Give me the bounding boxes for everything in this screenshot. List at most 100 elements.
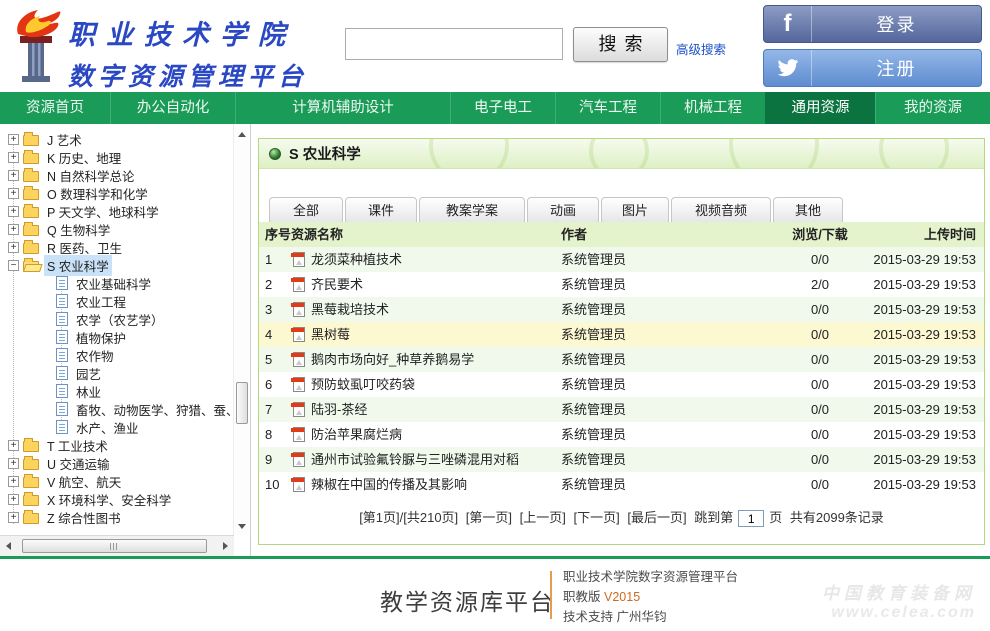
tab-courseware[interactable]: 课件 bbox=[345, 197, 417, 222]
nav-item-automotive[interactable]: 汽车工程 bbox=[555, 92, 660, 124]
tree-item-j-art[interactable]: J 艺术 bbox=[0, 130, 233, 148]
expand-icon[interactable] bbox=[8, 152, 19, 163]
table-row[interactable]: 5 鹅肉市场向好_种草养鹅易学 系统管理员 0/0 2015-03-29 19:… bbox=[259, 347, 984, 372]
advanced-search-link[interactable]: 高级搜索 bbox=[676, 39, 726, 58]
tab-video-audio[interactable]: 视频音频 bbox=[671, 197, 771, 222]
resource-name-link[interactable]: 黑树莓 bbox=[311, 322, 350, 347]
tree-item-z-comprehensive-books[interactable]: Z 综合性图书 bbox=[0, 508, 233, 526]
nav-item-cad[interactable]: 计算机辅助设计 bbox=[235, 92, 450, 124]
folder-icon bbox=[23, 153, 39, 164]
footer-edition-label: 职教版 bbox=[563, 590, 601, 604]
table-row[interactable]: 9 通州市试验氟铃脲与三唑磷混用对稻 系统管理员 0/0 2015-03-29 … bbox=[259, 447, 984, 472]
expand-icon[interactable] bbox=[8, 512, 19, 523]
expand-icon[interactable] bbox=[8, 440, 19, 451]
tree-vertical-scrollbar[interactable] bbox=[233, 124, 250, 535]
jump-label: 跳到第 bbox=[694, 510, 733, 525]
tab-animation[interactable]: 动画 bbox=[527, 197, 599, 222]
expand-icon[interactable] bbox=[8, 170, 19, 181]
tree-child-forestry[interactable]: 林业 bbox=[0, 382, 233, 400]
table-row[interactable]: 10 辣椒在中国的传播及其影响 系统管理员 0/0 2015-03-29 19:… bbox=[259, 472, 984, 497]
page-jump-input[interactable] bbox=[738, 510, 764, 527]
horizontal-scrollbar-thumb[interactable] bbox=[22, 539, 207, 553]
table-row-highlighted[interactable]: 4 黑树莓 系统管理员 0/0 2015-03-29 19:53 bbox=[259, 322, 984, 347]
nav-item-general-resources[interactable]: 通用资源 bbox=[765, 92, 875, 124]
expand-icon[interactable] bbox=[8, 458, 19, 469]
search-input[interactable] bbox=[345, 28, 563, 60]
nav-item-my-resources[interactable]: 我的资源 bbox=[875, 92, 990, 124]
tree-item-u-transportation[interactable]: U 交通运输 bbox=[0, 454, 233, 472]
tree-item-v-aviation-aerospace[interactable]: V 航空、航天 bbox=[0, 472, 233, 490]
tree-item-t-industrial-tech[interactable]: T 工业技术 bbox=[0, 436, 233, 454]
search-button[interactable]: 搜索 bbox=[573, 27, 668, 62]
expand-icon[interactable] bbox=[8, 242, 19, 253]
expand-icon[interactable] bbox=[8, 188, 19, 199]
resource-name-link[interactable]: 齐民要术 bbox=[311, 272, 363, 297]
scroll-right-icon[interactable] bbox=[223, 542, 228, 550]
tree-item-s-agriculture[interactable]: S 农业科学 bbox=[0, 256, 233, 274]
folder-icon bbox=[23, 477, 39, 488]
table-row[interactable]: 8 防治苹果腐烂病 系统管理员 0/0 2015-03-29 19:53 bbox=[259, 422, 984, 447]
tree-child-fishery[interactable]: 水产、渔业 bbox=[0, 418, 233, 436]
tree-item-o-math-chemistry[interactable]: O 数理科学和化学 bbox=[0, 184, 233, 202]
tree-item-n-natural-science[interactable]: N 自然科学总论 bbox=[0, 166, 233, 184]
tree-child-agri-engineering[interactable]: 农业工程 bbox=[0, 292, 233, 310]
total-records: 共有2099条记录 bbox=[790, 510, 884, 525]
tree-child-crops[interactable]: 农作物 bbox=[0, 346, 233, 364]
resource-name-link[interactable]: 预防蚊虱叮咬药袋 bbox=[311, 372, 415, 397]
last-page-link[interactable]: [最后一页] bbox=[627, 510, 686, 525]
tab-lesson-plans[interactable]: 教案学案 bbox=[419, 197, 525, 222]
folder-icon bbox=[23, 513, 39, 524]
tree-child-horticulture[interactable]: 园艺 bbox=[0, 364, 233, 382]
tab-images[interactable]: 图片 bbox=[601, 197, 669, 222]
table-row[interactable]: 7 陆羽-茶经 系统管理员 0/0 2015-03-29 19:53 bbox=[259, 397, 984, 422]
scroll-left-icon[interactable] bbox=[6, 542, 11, 550]
nav-item-home[interactable]: 资源首页 bbox=[0, 92, 110, 124]
resource-name-link[interactable]: 龙须菜种植技术 bbox=[311, 247, 402, 272]
tree-item-x-environment-safety[interactable]: X 环境科学、安全科学 bbox=[0, 490, 233, 508]
resource-name-link[interactable]: 黑莓栽培技术 bbox=[311, 297, 389, 322]
prev-page-link[interactable]: [上一页] bbox=[520, 510, 566, 525]
tree-item-r-medicine-health[interactable]: R 医药、卫生 bbox=[0, 238, 233, 256]
tab-all[interactable]: 全部 bbox=[269, 197, 343, 222]
nav-item-mechanical[interactable]: 机械工程 bbox=[660, 92, 765, 124]
expand-icon[interactable] bbox=[8, 476, 19, 487]
folder-icon bbox=[23, 441, 39, 452]
next-page-link[interactable]: [下一页] bbox=[574, 510, 620, 525]
tree-child-agronomy[interactable]: 农学（农艺学） bbox=[0, 310, 233, 328]
scroll-up-icon[interactable] bbox=[238, 132, 246, 137]
row-author: 系统管理员 bbox=[553, 447, 773, 472]
resource-name-link[interactable]: 陆羽-茶经 bbox=[311, 397, 367, 422]
vertical-scrollbar-thumb[interactable] bbox=[236, 382, 248, 424]
row-date: 2015-03-29 19:53 bbox=[867, 297, 984, 322]
footer-brand: 教学资源库平台 bbox=[380, 583, 555, 617]
expand-icon[interactable] bbox=[8, 224, 19, 235]
tree-item-q-biology[interactable]: Q 生物科学 bbox=[0, 220, 233, 238]
resource-name-link[interactable]: 辣椒在中国的传播及其影响 bbox=[311, 472, 467, 497]
tree-child-animal-husbandry[interactable]: 畜牧、动物医学、狩猎、蚕、蜂 bbox=[0, 400, 233, 418]
tree-child-label: 水产、渔业 bbox=[73, 418, 142, 436]
expand-icon[interactable] bbox=[8, 494, 19, 505]
tree-child-plant-protection[interactable]: 植物保护 bbox=[0, 328, 233, 346]
table-row[interactable]: 6 预防蚊虱叮咬药袋 系统管理员 0/0 2015-03-29 19:53 bbox=[259, 372, 984, 397]
table-row[interactable]: 1 龙须菜种植技术 系统管理员 0/0 2015-03-29 19:53 bbox=[259, 247, 984, 272]
resource-name-link[interactable]: 防治苹果腐烂病 bbox=[311, 422, 402, 447]
tab-other[interactable]: 其他 bbox=[773, 197, 843, 222]
table-row[interactable]: 2 齐民要术 系统管理员 2/0 2015-03-29 19:53 bbox=[259, 272, 984, 297]
collapse-icon[interactable] bbox=[8, 260, 19, 271]
expand-icon[interactable] bbox=[8, 206, 19, 217]
login-button[interactable]: f 登录 bbox=[763, 5, 982, 43]
resource-name-link[interactable]: 通州市试验氟铃脲与三唑磷混用对稻 bbox=[311, 447, 519, 472]
nav-item-office-automation[interactable]: 办公自动化 bbox=[110, 92, 235, 124]
scroll-down-icon[interactable] bbox=[238, 524, 246, 529]
tree-item-k-history-geography[interactable]: K 历史、地理 bbox=[0, 148, 233, 166]
register-button[interactable]: 注册 bbox=[763, 49, 982, 87]
expand-icon[interactable] bbox=[8, 134, 19, 145]
page-header: 职业技术学院 数字资源管理平台 搜索 高级搜索 f 登录 注册 bbox=[0, 0, 990, 92]
tree-horizontal-scrollbar[interactable] bbox=[0, 535, 234, 556]
table-row[interactable]: 3 黑莓栽培技术 系统管理员 0/0 2015-03-29 19:53 bbox=[259, 297, 984, 322]
tree-child-agri-basic-science[interactable]: 农业基础科学 bbox=[0, 274, 233, 292]
tree-item-p-astronomy-earth[interactable]: P 天文学、地球科学 bbox=[0, 202, 233, 220]
first-page-link[interactable]: [第一页] bbox=[466, 510, 512, 525]
resource-name-link[interactable]: 鹅肉市场向好_种草养鹅易学 bbox=[311, 347, 474, 372]
nav-item-electronics[interactable]: 电子电工 bbox=[450, 92, 555, 124]
